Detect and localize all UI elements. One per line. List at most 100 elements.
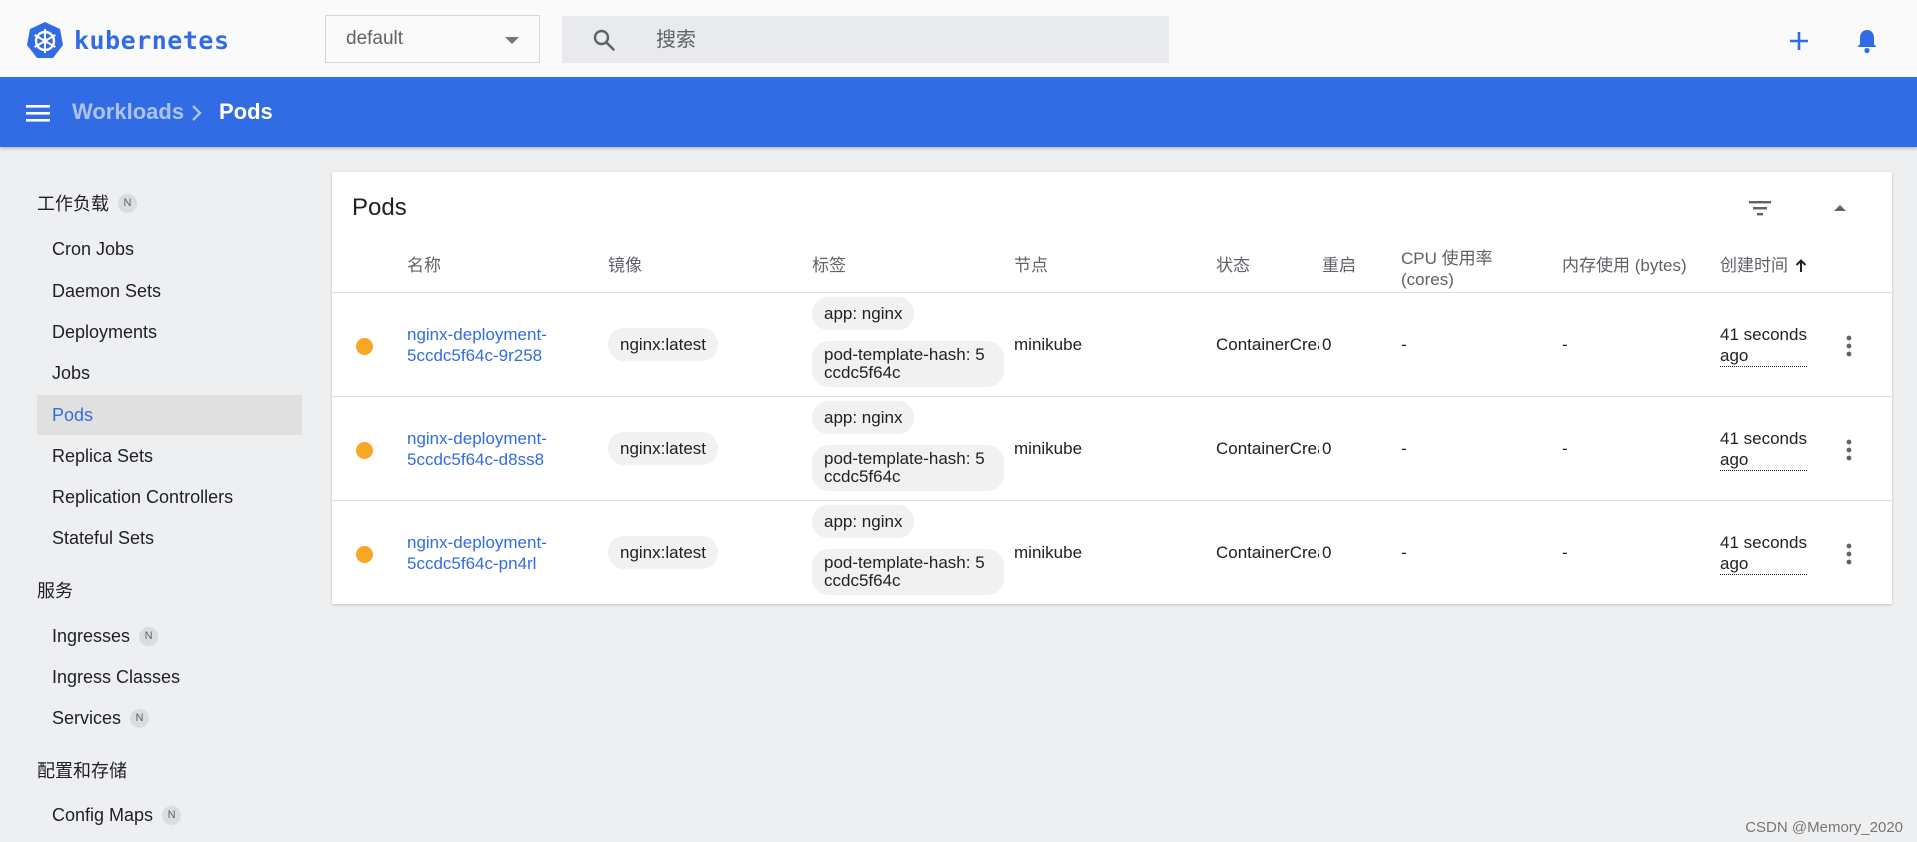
section-title: 工作负载 bbox=[37, 194, 109, 214]
label-chip-line: ccdc5f64c bbox=[824, 363, 901, 382]
created-time-line: 41 seconds bbox=[1720, 533, 1807, 552]
memory-value: - bbox=[1562, 439, 1568, 458]
filter-icon[interactable] bbox=[1748, 198, 1772, 218]
image-chip: nginx:latest bbox=[608, 536, 718, 569]
label-chip-line: pod-template-hash: 5 bbox=[824, 345, 985, 364]
sidebar-item-label: Services bbox=[52, 707, 122, 728]
created-time: 41 seconds ago bbox=[1720, 324, 1807, 367]
namespace-value: default bbox=[346, 28, 404, 49]
column-header-cpu: CPU 使用率 (cores) bbox=[1401, 248, 1493, 290]
sidebar-section-config-storage: 配置和存储 bbox=[37, 757, 127, 783]
column-header-image: 镜像 bbox=[608, 256, 642, 275]
column-header-name[interactable]: 名称 bbox=[407, 255, 441, 276]
pod-name-link[interactable]: nginx-deployment- 5ccdc5f64c-9r258 bbox=[407, 324, 547, 366]
collapse-up-icon[interactable] bbox=[1828, 198, 1852, 218]
pods-card: Pods 名称 镜像 标签 节点 状态 重启 CPU 使用率 (cores) 内… bbox=[332, 172, 1892, 604]
column-header-memory: 内存使用 (bytes) bbox=[1562, 256, 1687, 275]
sidebar-item-deployments[interactable]: Deployments bbox=[37, 312, 302, 352]
image-chip: nginx:latest bbox=[608, 432, 718, 465]
section-title: 服务 bbox=[37, 581, 73, 601]
pod-name-link[interactable]: nginx-deployment- 5ccdc5f64c-d8ss8 bbox=[407, 428, 547, 470]
column-header-cpu-line: (cores) bbox=[1401, 270, 1454, 289]
sidebar-item-stateful-sets[interactable]: Stateful Sets bbox=[37, 518, 302, 558]
node-link[interactable]: minikube bbox=[1014, 438, 1082, 459]
sidebar-item-replication-controllers[interactable]: Replication Controllers bbox=[37, 477, 302, 517]
chevron-down-icon bbox=[505, 37, 519, 44]
sidebar-item-label: Config Maps bbox=[52, 804, 154, 825]
image-chip: nginx:latest bbox=[608, 328, 718, 361]
created-time-line: 41 seconds bbox=[1720, 325, 1807, 344]
sidebar-item-config-maps[interactable]: Config Maps N bbox=[37, 795, 302, 835]
table-row[interactable]: nginx-deployment- 5ccdc5f64c-d8ss8 nginx… bbox=[332, 396, 1892, 501]
label-chip: pod-template-hash: 5 ccdc5f64c bbox=[812, 549, 1004, 595]
pod-name-line: nginx-deployment- bbox=[407, 325, 547, 344]
watermark: CSDN @Memory_2020 bbox=[1745, 819, 1903, 836]
label-chip: pod-template-hash: 5 ccdc5f64c bbox=[812, 341, 1004, 387]
table-row[interactable]: nginx-deployment- 5ccdc5f64c-9r258 nginx… bbox=[332, 292, 1892, 397]
create-plus-icon[interactable] bbox=[1784, 26, 1814, 56]
page-header: Workloads Pods bbox=[0, 77, 1917, 147]
section-title: 配置和存储 bbox=[37, 761, 127, 781]
kubernetes-logo[interactable]: kubernetes bbox=[26, 20, 230, 60]
sidebar-section-services: 服务 bbox=[37, 577, 73, 603]
pod-name-line: 5ccdc5f64c-d8ss8 bbox=[407, 450, 545, 469]
sidebar-item-pods[interactable]: Pods bbox=[37, 395, 302, 435]
node-link[interactable]: minikube bbox=[1014, 542, 1082, 563]
column-header-created[interactable]: 创建时间 bbox=[1720, 255, 1809, 276]
sidebar-item-replica-sets[interactable]: Replica Sets bbox=[37, 436, 302, 476]
search-bar[interactable] bbox=[562, 16, 1169, 65]
label-chip: app: nginx bbox=[812, 505, 915, 538]
restarts-value: 0 bbox=[1322, 543, 1332, 562]
logo-text: kubernetes bbox=[74, 25, 230, 55]
cpu-value: - bbox=[1401, 335, 1407, 354]
pod-name-line: nginx-deployment- bbox=[407, 533, 547, 552]
sidebar-item-jobs[interactable]: Jobs bbox=[37, 353, 302, 393]
label-chip: app: nginx bbox=[812, 297, 915, 330]
new-badge: N bbox=[139, 626, 159, 646]
label-chip: pod-template-hash: 5 ccdc5f64c bbox=[812, 445, 1004, 491]
created-time-line: ago bbox=[1720, 554, 1749, 573]
sidebar-item-label: Ingress Classes bbox=[52, 666, 181, 687]
column-header-status[interactable]: 状态 bbox=[1216, 255, 1250, 276]
notifications-bell-icon[interactable] bbox=[1852, 26, 1882, 56]
label-chip: app: nginx bbox=[812, 401, 915, 434]
status-text: ContainerCreating bbox=[1216, 335, 1319, 354]
column-header-labels: 标签 bbox=[812, 256, 846, 275]
restarts-value: 0 bbox=[1322, 335, 1332, 354]
card-title: Pods bbox=[352, 194, 407, 221]
memory-value: - bbox=[1562, 335, 1568, 354]
namespace-select[interactable]: default bbox=[325, 15, 540, 63]
more-vert-icon[interactable] bbox=[1845, 439, 1853, 461]
sidebar-item-daemon-sets[interactable]: Daemon Sets bbox=[37, 271, 302, 311]
kubernetes-wheel-icon bbox=[27, 22, 63, 58]
sidebar-item-label: Jobs bbox=[52, 362, 91, 383]
created-time: 41 seconds ago bbox=[1720, 428, 1807, 471]
column-header-node[interactable]: 节点 bbox=[1014, 255, 1048, 276]
restarts-value: 0 bbox=[1322, 439, 1332, 458]
created-time-line: ago bbox=[1720, 450, 1749, 469]
table-row[interactable]: nginx-deployment- 5ccdc5f64c-pn4rl nginx… bbox=[332, 500, 1892, 605]
sidebar-item-ingress-classes[interactable]: Ingress Classes bbox=[37, 657, 302, 697]
menu-icon[interactable] bbox=[26, 103, 50, 123]
status-text: ContainerCreating bbox=[1216, 439, 1319, 458]
pod-name-line: 5ccdc5f64c-pn4rl bbox=[407, 554, 537, 573]
more-vert-icon[interactable] bbox=[1845, 335, 1853, 357]
column-header-created-label: 创建时间 bbox=[1720, 256, 1788, 275]
breadcrumb-workloads[interactable]: Workloads bbox=[72, 99, 184, 125]
sort-ascending-icon bbox=[1795, 258, 1807, 272]
sidebar-item-label: Stateful Sets bbox=[52, 527, 155, 548]
sidebar-item-services[interactable]: Services N bbox=[37, 698, 302, 738]
pod-name-link[interactable]: nginx-deployment- 5ccdc5f64c-pn4rl bbox=[407, 532, 547, 574]
breadcrumb-pods: Pods bbox=[219, 99, 273, 124]
new-badge: N bbox=[162, 805, 182, 825]
memory-value: - bbox=[1562, 543, 1568, 562]
sidebar-item-cron-jobs[interactable]: Cron Jobs bbox=[37, 229, 302, 269]
column-header-cpu-line: CPU 使用率 bbox=[1401, 249, 1493, 268]
label-chip-line: pod-template-hash: 5 bbox=[824, 553, 985, 572]
search-input[interactable] bbox=[654, 16, 1138, 65]
status-text: ContainerCreating bbox=[1216, 543, 1319, 562]
chevron-right-icon bbox=[192, 105, 202, 121]
node-link[interactable]: minikube bbox=[1014, 334, 1082, 355]
sidebar-item-ingresses[interactable]: Ingresses N bbox=[37, 616, 302, 656]
more-vert-icon[interactable] bbox=[1845, 543, 1853, 565]
